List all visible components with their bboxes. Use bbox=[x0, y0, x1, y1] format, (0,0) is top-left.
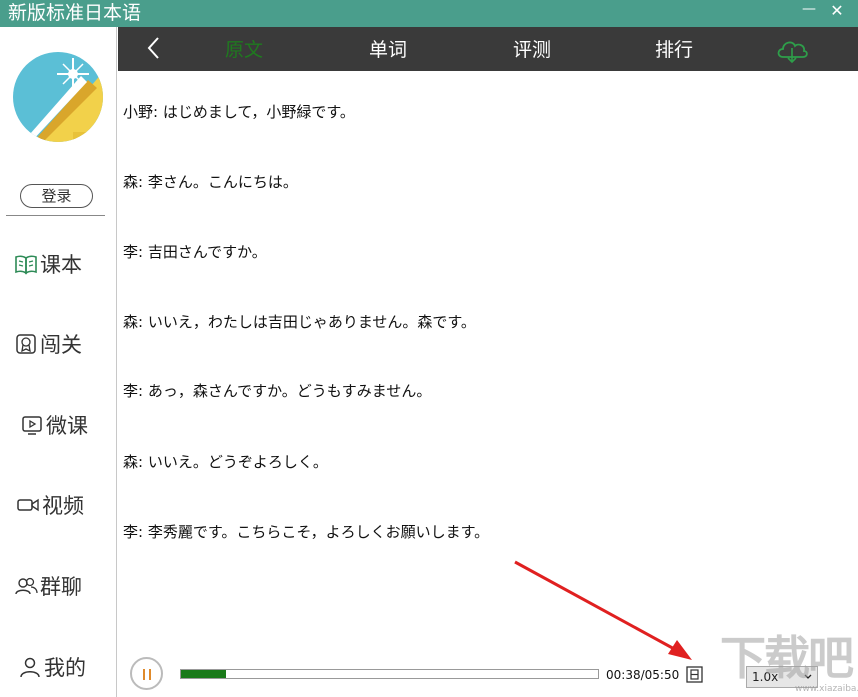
app-title: 新版标准日本语 bbox=[8, 2, 142, 24]
nav-label-mine: 我的 bbox=[44, 656, 86, 680]
subtitle-toggle-button[interactable] bbox=[686, 666, 703, 683]
nav-item-video[interactable]: 视频 bbox=[16, 490, 116, 520]
watermark-url: www.xiazaiba.com bbox=[795, 684, 858, 694]
transcript-line: 李: 吉田さんですか。 bbox=[123, 243, 267, 261]
sidebar-divider bbox=[6, 215, 105, 216]
progress-fill bbox=[181, 670, 227, 678]
pause-button[interactable] bbox=[130, 657, 163, 690]
sidebar: 登录 课本 闯关 微课 视频 群聊 我的 bbox=[0, 27, 117, 697]
video-camera-icon bbox=[16, 493, 40, 517]
avatar[interactable] bbox=[13, 52, 103, 142]
cloud-icon bbox=[777, 41, 808, 64]
transcript-line: 李: 李秀麗です。こちらこそ，よろしくお願いします。 bbox=[123, 523, 490, 541]
nav-label-textbook: 课本 bbox=[40, 253, 82, 277]
cloud-download-button[interactable] bbox=[774, 36, 810, 64]
transcript-line: 小野: はじめまして，小野緑です。 bbox=[123, 103, 355, 121]
nav-item-mine[interactable]: 我的 bbox=[18, 652, 118, 682]
nav-item-challenge[interactable]: 闯关 bbox=[14, 329, 114, 359]
login-button[interactable]: 登录 bbox=[20, 184, 93, 208]
minimize-button[interactable]: — bbox=[801, 1, 817, 23]
group-icon bbox=[14, 574, 38, 598]
transcript-line: 森: 李さん。こんにちは。 bbox=[123, 173, 298, 191]
tab-ranking[interactable]: 排行 bbox=[655, 37, 693, 63]
tab-original-text[interactable]: 原文 bbox=[225, 37, 263, 63]
chevron-left-icon bbox=[147, 37, 159, 59]
user-icon bbox=[18, 655, 42, 679]
badge-icon bbox=[14, 332, 38, 356]
tab-evaluation[interactable]: 评测 bbox=[513, 37, 551, 63]
tab-vocabulary[interactable]: 单词 bbox=[369, 37, 407, 63]
close-button[interactable]: ✕ bbox=[826, 1, 848, 23]
transcript-line: 森: いいえ，わたしは吉田じゃありません。森です。 bbox=[123, 313, 476, 331]
pause-icon bbox=[143, 669, 145, 680]
playback-time: 00:38/05:50 bbox=[606, 668, 680, 682]
subtitle-icon bbox=[686, 666, 703, 683]
play-screen-icon bbox=[20, 413, 44, 437]
back-button[interactable] bbox=[144, 33, 164, 63]
tab-bar: 原文 单词 评测 排行 bbox=[118, 27, 858, 71]
progress-bar[interactable] bbox=[180, 669, 599, 679]
book-icon bbox=[14, 252, 38, 276]
nav-label-challenge: 闯关 bbox=[40, 333, 82, 357]
transcript-panel: 小野: はじめまして，小野緑です。 森: 李さん。こんにちは。 李: 吉田さんで… bbox=[118, 71, 858, 641]
nav-label-video: 视频 bbox=[42, 494, 84, 518]
nav-item-microlesson[interactable]: 微课 bbox=[20, 410, 120, 440]
title-bar: 新版标准日本语 — ✕ bbox=[0, 0, 858, 27]
nav-label-groupchat: 群聊 bbox=[40, 575, 82, 599]
nav-item-textbook[interactable]: 课本 bbox=[14, 249, 114, 279]
nav-item-groupchat[interactable]: 群聊 bbox=[14, 571, 114, 601]
transcript-line: 森: いいえ。どうぞよろしく。 bbox=[123, 453, 328, 471]
transcript-line: 李: あっ，森さんですか。どうもすみません。 bbox=[123, 382, 432, 400]
nav-label-microlesson: 微课 bbox=[46, 414, 88, 438]
